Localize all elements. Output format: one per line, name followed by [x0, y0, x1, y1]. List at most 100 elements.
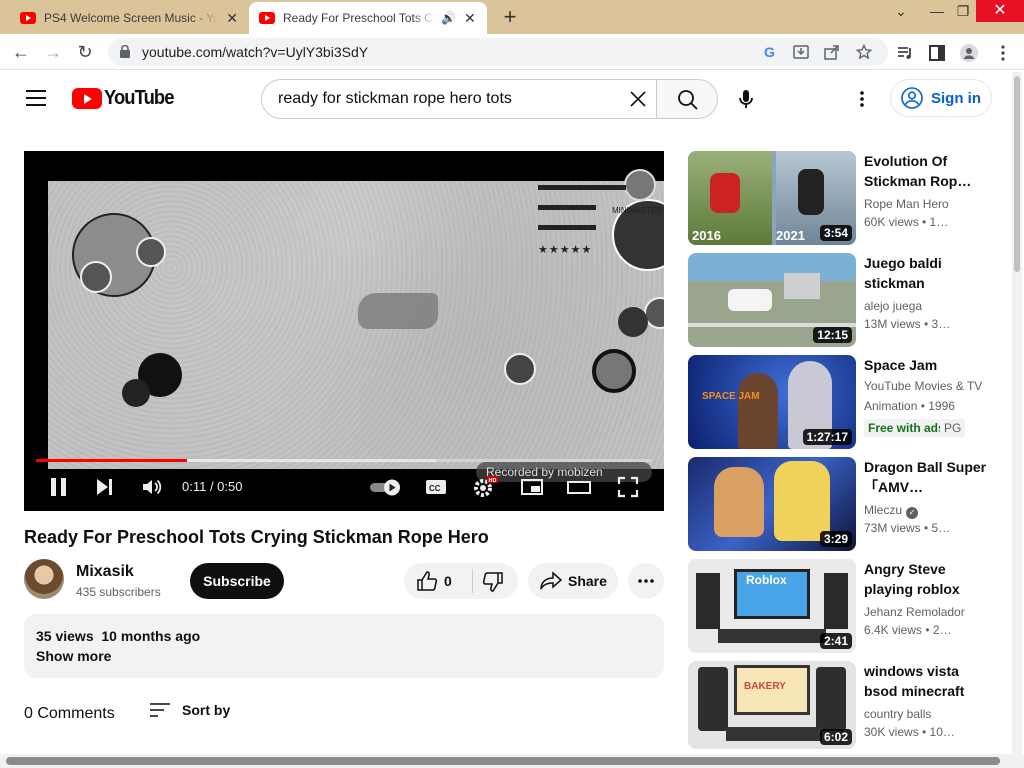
svg-text:G: G	[764, 44, 775, 60]
youtube-favicon-icon	[20, 12, 36, 24]
recommendation-meta: 30K views • 10…	[864, 725, 955, 739]
horizontal-scrollbar[interactable]	[0, 754, 1024, 768]
recommendation-item[interactable]: Roblox 2:41 Angry Steve playing roblox J…	[688, 559, 1008, 653]
recommendation-meta: 13M views • 3…	[864, 317, 951, 331]
youtube-logo[interactable]: YouTube	[72, 87, 180, 109]
share-arrow-icon	[540, 571, 562, 590]
autoplay-toggle-icon[interactable]	[368, 475, 404, 499]
video-player[interactable]: MINIMASTER ★★★★★ Recorded by mobizen 0:1…	[24, 151, 664, 511]
recommendation-channel[interactable]: Jehanz Remolador	[864, 605, 965, 619]
bookmark-star-icon[interactable]	[856, 44, 872, 60]
fullscreen-icon[interactable]	[616, 475, 640, 499]
dislike-thumb-icon[interactable]	[482, 571, 504, 593]
settings-gear-icon[interactable]: HD	[472, 475, 498, 499]
recommendation-item[interactable]: 12:15 Juego baldi stickman alejo juega 1…	[688, 253, 1008, 347]
recommendation-title[interactable]: Evolution Of Stickman Rop…	[864, 151, 988, 191]
subscribe-button[interactable]: Subscribe	[190, 563, 284, 599]
video-thumbnail[interactable]: Roblox 2:41	[688, 559, 856, 653]
volume-icon[interactable]	[140, 475, 164, 499]
back-arrow-icon[interactable]: ←	[10, 41, 32, 63]
video-thumbnail[interactable]: BAKERY 6:02	[688, 661, 856, 749]
search-button[interactable]	[656, 79, 718, 119]
description-box[interactable]: 35 views 10 months ago Show more	[24, 614, 664, 678]
progress-bar[interactable]	[36, 459, 652, 462]
svg-text:CC: CC	[429, 484, 441, 493]
channel-avatar[interactable]	[24, 559, 64, 599]
close-window-button[interactable]: ✕	[976, 0, 1024, 22]
sign-in-label: Sign in	[931, 89, 981, 107]
like-thumb-icon[interactable]	[416, 570, 438, 592]
profile-avatar-icon[interactable]	[960, 44, 978, 62]
tab-search-chevron-icon[interactable]: ⌄	[884, 0, 918, 24]
new-tab-button[interactable]: +	[498, 4, 522, 30]
video-thumbnail[interactable]: 2016 2021 3:54	[688, 151, 856, 245]
next-video-icon[interactable]	[94, 475, 116, 499]
media-queue-icon[interactable]	[896, 44, 914, 62]
recommendation-channel[interactable]: YouTube Movies & TV	[864, 379, 982, 393]
sort-by-button[interactable]: Sort by	[150, 702, 230, 718]
recommendation-item[interactable]: 2016 2021 3:54 Evolution Of Stickman Rop…	[688, 151, 1008, 245]
recommendation-title[interactable]: windows vista bsod minecraft	[864, 661, 988, 701]
sign-in-button[interactable]: Sign in	[890, 79, 992, 117]
recommendation-title[interactable]: Space Jam	[864, 355, 988, 375]
speaker-icon[interactable]: 🔊	[441, 11, 456, 25]
tab-title: Ready For Preschool Tots Crying	[283, 11, 435, 25]
youtube-play-logo-icon	[72, 87, 102, 109]
browser-toolbar: ← → ↻ youtube.com/watch?v=UylY3bi3SdY G	[0, 34, 1024, 70]
share-page-icon[interactable]	[824, 44, 840, 60]
like-dislike-group: 0	[404, 563, 518, 599]
browser-tabstrip: PS4 Welcome Screen Music - YouTube ✕ Rea…	[0, 0, 1024, 34]
recommendation-channel[interactable]: country balls	[864, 707, 931, 721]
account-circle-icon	[901, 87, 923, 109]
video-thumbnail[interactable]: 3:29	[688, 457, 856, 551]
video-thumbnail[interactable]: SPACE JAM 1:27:17	[688, 355, 856, 449]
game-enemy-avatar	[618, 307, 648, 337]
microphone-icon[interactable]	[734, 87, 758, 111]
game-star-rating: ★★★★★	[538, 244, 593, 256]
chrome-menu-icon[interactable]	[994, 44, 1012, 62]
close-tab-icon[interactable]: ✕	[464, 10, 476, 27]
reload-icon[interactable]: ↻	[74, 41, 96, 63]
search-input[interactable]	[278, 88, 618, 110]
tab-ps4-music[interactable]: PS4 Welcome Screen Music - YouTube ✕	[10, 2, 248, 34]
close-tab-icon[interactable]: ✕	[226, 10, 238, 27]
pause-icon[interactable]	[48, 475, 70, 499]
video-duration: 3:54	[819, 225, 852, 241]
recommendation-item[interactable]: SPACE JAM 1:27:17 Space Jam YouTube Movi…	[688, 355, 1008, 449]
channel-name[interactable]: Mixasik	[76, 563, 134, 581]
recommendation-channel[interactable]: alejo juega	[864, 299, 922, 313]
recommendation-title[interactable]: Juego baldi stickman	[864, 253, 988, 293]
scrollbar-thumb[interactable]	[6, 757, 1000, 765]
hamburger-menu-icon[interactable]	[26, 90, 46, 106]
video-thumbnail[interactable]: 12:15	[688, 253, 856, 347]
share-button[interactable]: Share	[528, 563, 618, 599]
sort-lines-icon	[150, 703, 170, 717]
theater-mode-icon[interactable]	[566, 475, 592, 499]
show-more-link[interactable]: Show more	[36, 648, 111, 664]
address-bar[interactable]: youtube.com/watch?v=UylY3bi3SdY G	[108, 38, 888, 66]
game-energy-bar	[538, 225, 596, 230]
recommendation-channel[interactable]: Mleczu ✓	[864, 503, 919, 519]
captions-icon[interactable]: CC	[424, 475, 448, 499]
settings-kebab-icon[interactable]	[852, 89, 872, 109]
forward-arrow-icon[interactable]: →	[42, 41, 64, 63]
recommendation-title[interactable]: Dragon Ball Super 「AMV…	[864, 457, 988, 497]
install-app-icon[interactable]	[793, 44, 809, 60]
side-panel-icon[interactable]	[928, 44, 946, 62]
more-actions-button[interactable]	[628, 563, 664, 599]
time-display: 0:11 / 0:50	[182, 479, 243, 494]
vertical-scrollbar[interactable]	[1012, 72, 1022, 754]
scrollbar-thumb[interactable]	[1014, 76, 1020, 272]
google-lens-icon[interactable]: G	[762, 44, 778, 60]
recommendation-item[interactable]: 3:29 Dragon Ball Super 「AMV… Mleczu ✓ 73M…	[688, 457, 1008, 551]
recommendation-channel[interactable]: Rope Man Hero	[864, 197, 949, 211]
video-frame: MINIMASTER ★★★★★	[48, 169, 664, 469]
tab-title: PS4 Welcome Screen Music - YouTube	[44, 11, 219, 25]
tab-current-video[interactable]: Ready For Preschool Tots Crying 🔊 ✕	[249, 2, 487, 34]
recommendation-item[interactable]: BAKERY 6:02 windows vista bsod minecraft…	[688, 661, 1008, 749]
clear-search-icon[interactable]	[628, 89, 648, 109]
search-icon	[678, 90, 698, 110]
recommendation-title[interactable]: Angry Steve playing roblox	[864, 559, 988, 599]
miniplayer-icon[interactable]	[520, 475, 544, 499]
restore-button[interactable]: ❐	[946, 0, 980, 24]
